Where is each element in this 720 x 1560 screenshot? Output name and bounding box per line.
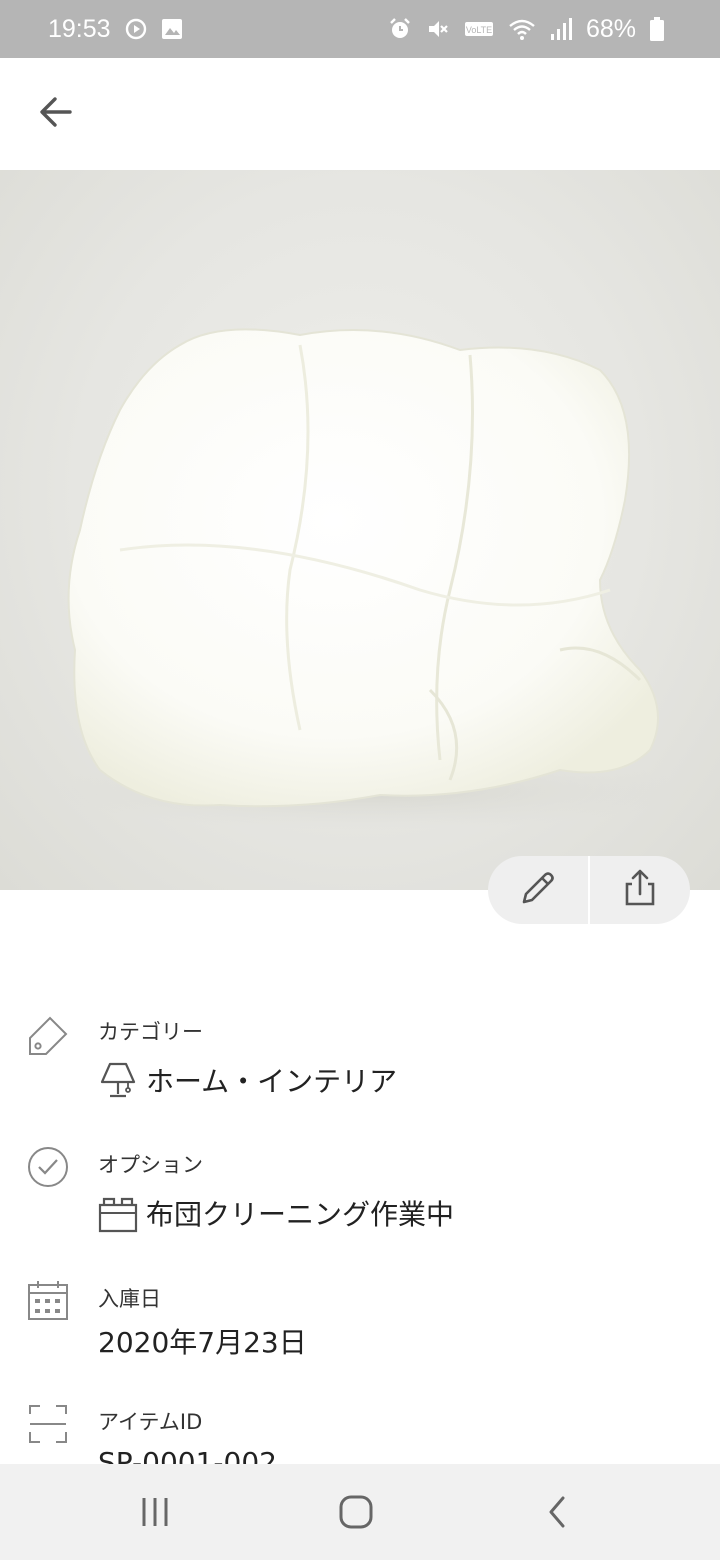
- check-circle-icon: [26, 1145, 70, 1189]
- category-value: ホーム・インテリア: [98, 1060, 397, 1100]
- stock-date-value: 2020年7月23日: [98, 1321, 307, 1361]
- category-label: カテゴリー: [98, 1020, 203, 1044]
- detail-category: カテゴリー ホーム・インテリア: [0, 1010, 720, 1120]
- item-id-value-text: SP-0001-002: [98, 1446, 277, 1464]
- stock-date-value-text: 2020年7月23日: [98, 1326, 307, 1359]
- option-label: オプション: [98, 1153, 203, 1177]
- status-right: VoLTE 68%: [388, 15, 664, 44]
- svg-text:VoLTE: VoLTE: [466, 25, 492, 35]
- detail-option: オプション 布団クリーニング作業中: [0, 1143, 720, 1253]
- pencil-icon: [518, 868, 558, 912]
- home-icon: [338, 1494, 374, 1534]
- system-nav-bar: [0, 1464, 720, 1560]
- app-bar: [0, 58, 720, 170]
- mute-icon: [426, 17, 450, 41]
- alarm-icon: [388, 17, 412, 41]
- wifi-icon: [508, 17, 536, 41]
- category-value-text: ホーム・インテリア: [146, 1065, 398, 1098]
- gallery-icon: [161, 18, 183, 40]
- recents-button[interactable]: [127, 1486, 183, 1542]
- detail-stock-date: 入庫日 2020年7月23日: [0, 1277, 720, 1377]
- volte-icon: VoLTE: [464, 20, 494, 38]
- status-bar: 19:53 VoLTE 68%: [0, 0, 720, 58]
- back-button[interactable]: [22, 80, 90, 148]
- option-value-text: 布団クリーニング作業中: [146, 1198, 455, 1231]
- home-button[interactable]: [328, 1486, 384, 1542]
- battery-percent: 68%: [585, 14, 636, 43]
- arrow-left-icon: [36, 92, 76, 136]
- media-play-icon: [125, 18, 147, 40]
- nav-back-icon: [541, 1495, 575, 1533]
- item-id-label: アイテムID: [98, 1410, 203, 1434]
- share-icon: [620, 868, 660, 912]
- status-time: 19:53: [48, 14, 111, 43]
- futon-icon: [98, 1193, 138, 1233]
- battery-icon: [650, 17, 664, 41]
- stock-date-label: 入庫日: [98, 1287, 161, 1311]
- action-pill: [488, 856, 690, 924]
- nav-back-button[interactable]: [530, 1486, 586, 1542]
- tag-icon: [26, 1014, 70, 1058]
- item-id-value: SP-0001-002: [98, 1446, 277, 1464]
- item-photo[interactable]: [0, 170, 720, 890]
- detail-item-id: アイテムID SP-0001-002: [0, 1400, 720, 1464]
- signal-icon: [550, 17, 572, 41]
- futon-photo-illustration: [50, 328, 690, 830]
- edit-button[interactable]: [488, 856, 588, 924]
- calendar-icon: [26, 1279, 70, 1323]
- recents-icon: [138, 1495, 172, 1533]
- scan-frame-icon: [26, 1402, 70, 1446]
- option-value: 布団クリーニング作業中: [98, 1193, 454, 1233]
- status-left: 19:53: [48, 15, 183, 44]
- lamp-icon: [98, 1060, 138, 1100]
- share-button[interactable]: [590, 856, 690, 924]
